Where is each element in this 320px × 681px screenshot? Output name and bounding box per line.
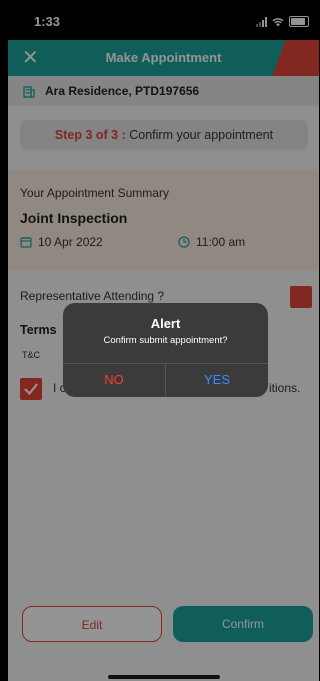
alert-no-button[interactable]: NO bbox=[63, 363, 165, 397]
home-indicator[interactable] bbox=[108, 675, 220, 679]
alert-message: Confirm submit appointment? bbox=[103, 335, 228, 346]
app-screen: 1:33 ✕ Make Appointment Ara Residence, P… bbox=[8, 0, 319, 681]
alert-title: Alert bbox=[150, 316, 181, 331]
alert-dialog: Alert Confirm submit appointment? NO YES bbox=[63, 303, 268, 397]
alert-yes-button[interactable]: YES bbox=[166, 363, 268, 397]
